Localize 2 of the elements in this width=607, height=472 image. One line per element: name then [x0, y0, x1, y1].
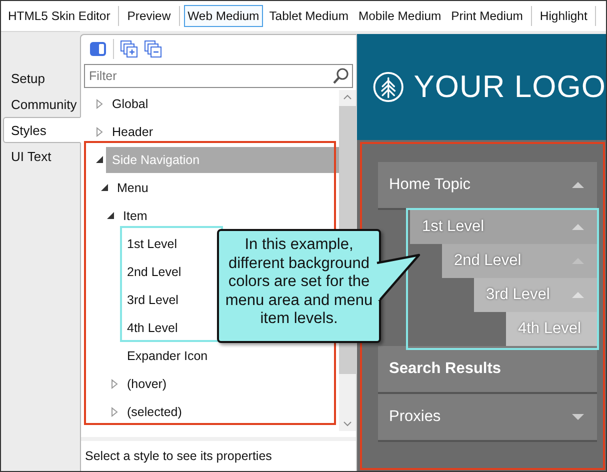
callout-tooltip: In this example, different background colors are set for the menu area and menu item levels.: [217, 229, 381, 343]
logo-text: YOUR LOGO: [414, 69, 606, 105]
